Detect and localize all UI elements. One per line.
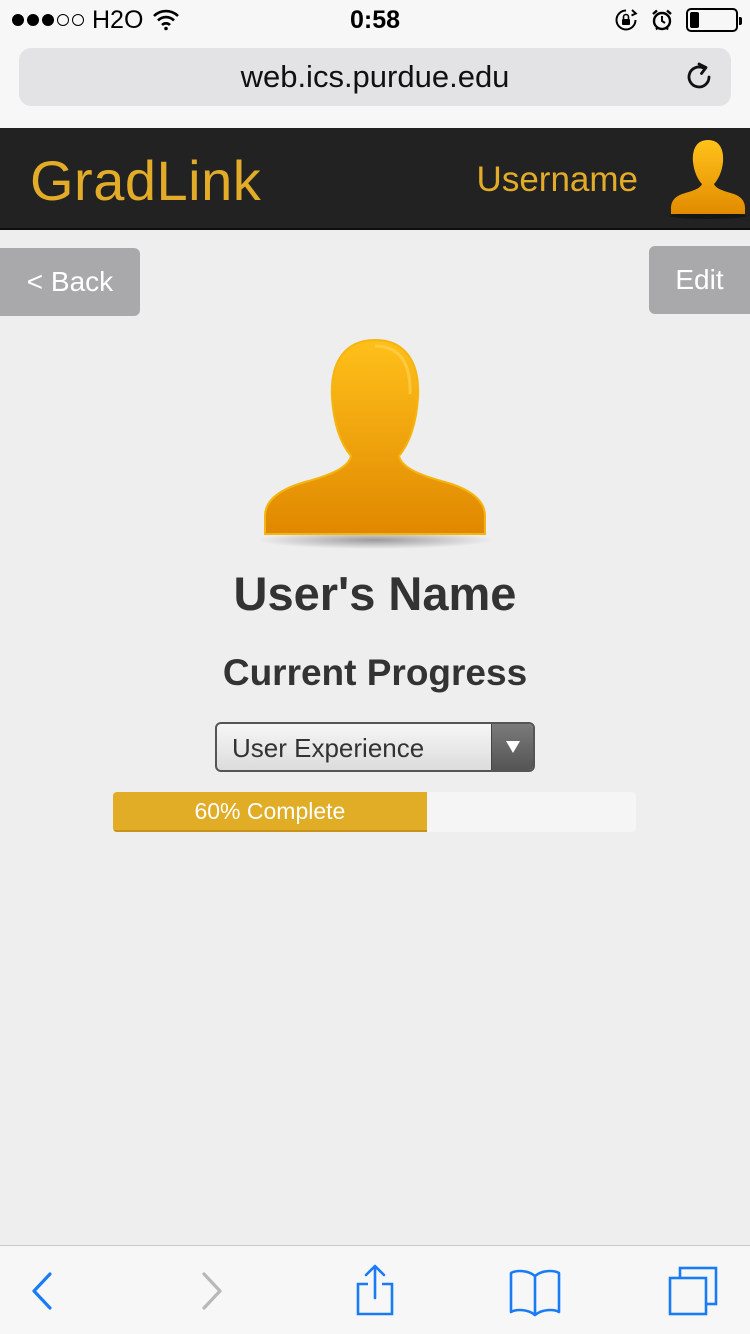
track-select-value: User Experience [232, 733, 425, 763]
back-arrow-icon[interactable] [16, 1264, 70, 1318]
back-button[interactable]: < Back [0, 248, 140, 316]
browser-url-area: web.ics.purdue.edu [0, 40, 750, 128]
status-left: H2O [12, 5, 180, 34]
progress-heading: Current Progress [222, 652, 528, 693]
progress-bar: 60% Complete [113, 792, 636, 832]
user-avatar-icon[interactable] [668, 136, 748, 222]
share-icon[interactable] [348, 1264, 402, 1318]
progress-fill: 60% Complete [113, 792, 427, 832]
edit-button[interactable]: Edit [649, 246, 750, 314]
chevron-down-icon[interactable] [491, 724, 533, 770]
browser-toolbar [0, 1245, 750, 1334]
tabs-icon[interactable] [666, 1264, 720, 1318]
brand-logo[interactable]: GradLink [30, 148, 261, 213]
forward-arrow-icon[interactable] [184, 1264, 238, 1318]
header-username[interactable]: Username [477, 160, 638, 200]
battery-level [690, 12, 699, 28]
bookmarks-icon[interactable] [508, 1264, 562, 1318]
rotation-lock-icon [615, 9, 638, 31]
wifi-icon [153, 9, 180, 31]
signal-strength-icon [12, 14, 84, 26]
url-field[interactable]: web.ics.purdue.edu [19, 48, 731, 106]
status-right [614, 8, 742, 32]
reload-icon[interactable] [683, 61, 715, 93]
profile-avatar-icon [257, 338, 493, 549]
profile-name: User's Name [233, 567, 517, 620]
status-bar: H2O 0:58 [0, 0, 750, 40]
track-select[interactable]: User Experience [215, 722, 535, 772]
app-header: GradLink Username [0, 128, 750, 230]
progress-label: 60% Complete [194, 797, 346, 824]
url-text: web.ics.purdue.edu [240, 59, 510, 94]
battery-icon [686, 8, 742, 32]
alarm-icon [652, 9, 672, 31]
carrier-label: H2O [92, 5, 144, 34]
